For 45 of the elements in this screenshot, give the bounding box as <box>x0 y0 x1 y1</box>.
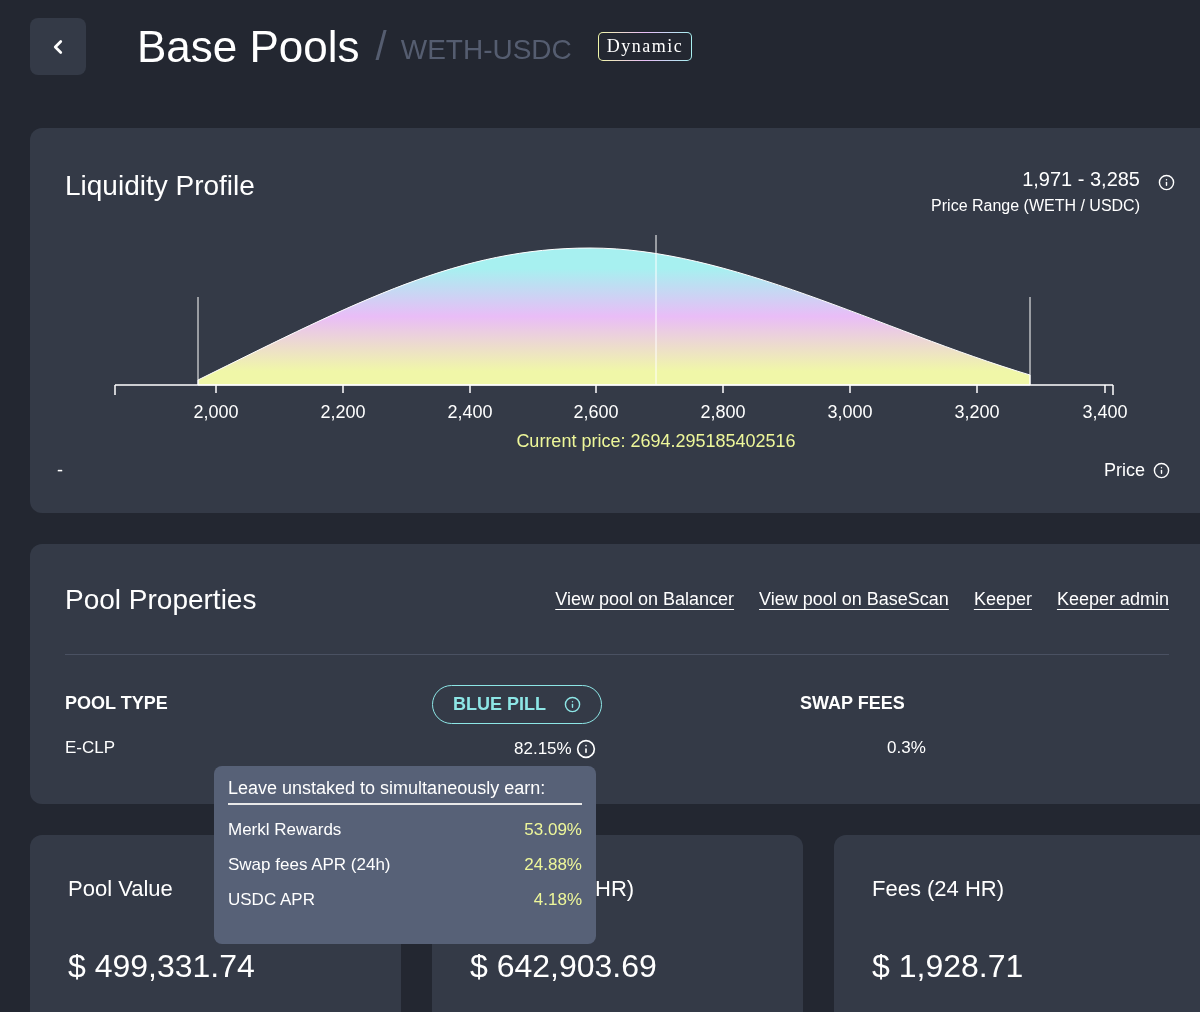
stat-label: Fees (24 HR) <box>872 876 1005 902</box>
axis-tick-label: 2,600 <box>573 402 619 422</box>
stat-label: Pool Value <box>68 876 173 902</box>
axis-tick-label: 3,400 <box>1082 402 1128 422</box>
stat-label: HR) <box>595 876 635 902</box>
reward-value: 53.09% <box>524 820 582 840</box>
card-title: Liquidity Profile <box>65 170 255 202</box>
stat-value: $ 642,903.69 <box>470 948 658 985</box>
pool-link[interactable]: View pool on Balancer <box>555 588 735 610</box>
reward-label: USDC APR <box>228 890 315 910</box>
axis-tick-label: 2,400 <box>447 402 493 422</box>
axis-tick-label: 2,200 <box>320 402 366 422</box>
pool-link[interactable]: View pool on BaseScan <box>759 588 949 610</box>
property-value: 0.3% <box>886 738 927 758</box>
pool-badge: Dynamic <box>597 32 693 61</box>
property-value: E-CLP <box>65 738 117 758</box>
info-icon[interactable] <box>1153 462 1170 479</box>
footer-dash: - <box>57 460 63 481</box>
property-label: SWAP FEES <box>800 693 906 714</box>
property-label: POOL TYPE <box>65 693 169 714</box>
stat-value: $ 1,928.71 <box>872 948 1025 985</box>
info-icon <box>564 696 581 713</box>
axis-tick-label: 2,000 <box>193 402 239 422</box>
card-title: Pool Properties <box>65 584 257 616</box>
pool-link[interactable]: Keeper <box>973 588 1032 610</box>
pool-pair: WETH-USDC <box>400 33 572 66</box>
reward-label: Merkl Rewards <box>228 820 342 840</box>
reward-value: 4.18% <box>533 890 582 910</box>
axis-tick-label: 3,200 <box>954 402 1000 422</box>
reward-label: Swap fees APR (24h) <box>228 855 391 875</box>
info-icon[interactable] <box>1158 174 1175 191</box>
price-range-value: 1,971 - 3,285 <box>1022 168 1140 191</box>
tooltip-title: Leave unstaked to simultaneously earn: <box>228 778 582 805</box>
current-price: Current price: 2694.295185402516 <box>516 431 796 452</box>
stat-value: $ 499,331.74 <box>68 948 256 985</box>
page-title: Base Pools <box>137 21 360 72</box>
pool-link[interactable]: Keeper admin <box>1056 588 1169 610</box>
apr-value: 82.15% <box>514 739 572 759</box>
reward-value: 24.88% <box>524 855 582 875</box>
axis-tick-label: 2,800 <box>700 402 746 422</box>
axis-tick-label: 3,000 <box>827 402 873 422</box>
info-icon[interactable] <box>575 739 596 759</box>
price-label: Price <box>1104 460 1145 481</box>
breadcrumb-separator: / <box>375 24 387 69</box>
price-range-label: Price Range (WETH / USDC) <box>931 197 1140 215</box>
